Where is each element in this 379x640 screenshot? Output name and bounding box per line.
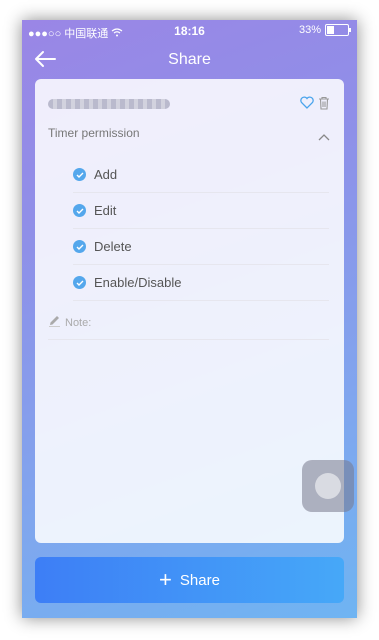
share-button[interactable]: + Share	[35, 557, 344, 603]
page-title: Share	[168, 51, 211, 68]
check-circle-icon	[73, 168, 86, 181]
note-field[interactable]: Note:	[48, 307, 329, 340]
permission-label: Delete	[94, 239, 132, 254]
note-label: Note:	[65, 317, 92, 329]
note-input[interactable]	[95, 316, 329, 330]
permission-item-add[interactable]: Add	[73, 157, 329, 193]
assistive-touch-circle	[315, 473, 341, 499]
heart-outline-icon[interactable]	[300, 96, 314, 114]
permission-label: Enable/Disable	[94, 275, 182, 290]
permission-item-delete[interactable]: Delete	[73, 229, 329, 265]
battery-icon	[325, 24, 351, 36]
status-right: 33%	[298, 24, 351, 36]
permission-label: Add	[94, 167, 118, 182]
share-card: Timer permission Add Edit Delete Enable/…	[35, 79, 344, 543]
status-bar: ●●●○○ 中国联通 18:16 33%	[22, 20, 357, 42]
battery-percent: 33%	[298, 24, 321, 36]
permission-label: Edit	[94, 203, 117, 218]
plus-icon: +	[159, 567, 172, 592]
nav-bar: Share	[22, 42, 357, 78]
battery-fill	[327, 26, 334, 34]
assistive-touch-button[interactable]	[302, 460, 354, 512]
permission-list: Add Edit Delete Enable/Disable	[73, 157, 329, 301]
permission-title: Timer permission	[48, 126, 140, 140]
check-circle-icon	[73, 276, 86, 289]
trash-icon[interactable]	[318, 96, 330, 115]
permission-item-edit[interactable]: Edit	[73, 193, 329, 229]
permission-item-enable-disable[interactable]: Enable/Disable	[73, 265, 329, 301]
chevron-up-icon[interactable]	[318, 128, 330, 146]
share-button-label: Share	[179, 571, 220, 589]
pencil-icon	[48, 314, 61, 332]
phone-screen: ●●●○○ 中国联通 18:16 33% Share Timer permiss…	[22, 20, 357, 618]
check-circle-icon	[73, 204, 86, 217]
check-circle-icon	[73, 240, 86, 253]
shared-user-name	[48, 99, 170, 109]
